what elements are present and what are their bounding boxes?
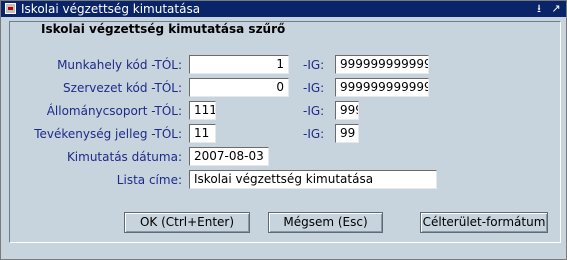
title-bar[interactable]: Iskolai végzettség kimutatása ⭳ ↗ (1, 1, 566, 17)
activity-type-to-field[interactable]: 99 (335, 124, 359, 143)
panel-heading: Iskolai végzettség kimutatása szűrő (39, 22, 288, 36)
minimize-icon[interactable]: ⭳ (532, 2, 546, 16)
restore-icon[interactable]: ↗ (549, 2, 563, 16)
workplace-code-to-field[interactable]: 999999999999 (335, 55, 429, 74)
ok-button[interactable]: OK (Ctrl+Enter) (124, 212, 250, 233)
app-icon (5, 3, 16, 14)
workplace-code-to-label: -IG: (303, 58, 325, 72)
window-title: Iskolai végzettség kimutatása (21, 2, 201, 16)
workplace-code-from-label: Munkahely kód -TÓL: (57, 58, 182, 72)
dialog-window: Iskolai végzettség kimutatása ⭳ ↗ Iskola… (0, 0, 567, 260)
staff-group-from-label: Állománycsoport -TÓL: (46, 104, 182, 118)
staff-group-to-label: -IG: (303, 104, 325, 118)
staff-group-to-field[interactable]: 999 (335, 101, 359, 120)
staff-group-from-field[interactable]: 111 (189, 101, 216, 120)
activity-type-from-label: Tevékenység jelleg -TÓL: (34, 127, 182, 141)
list-title-label: Lista címe: (116, 173, 182, 187)
report-date-label: Kimutatás dátuma: (66, 150, 182, 164)
organization-code-to-field[interactable]: 999999999999 (335, 78, 429, 97)
cancel-button[interactable]: Mégsem (Esc) (268, 212, 383, 233)
organization-code-to-label: -IG: (303, 81, 325, 95)
target-format-button[interactable]: Célterület-formátum (420, 212, 548, 233)
list-title-field[interactable]: Iskolai végzettség kimutatása (189, 170, 437, 189)
activity-type-to-label: -IG: (303, 127, 325, 141)
report-date-field[interactable]: 2007-08-03 (189, 147, 269, 166)
organization-code-from-field[interactable]: 0 (189, 78, 289, 97)
workplace-code-from-field[interactable]: 1 (189, 55, 289, 74)
activity-type-from-field[interactable]: 11 (189, 124, 216, 143)
organization-code-from-label: Szervezet kód -TÓL: (63, 81, 182, 95)
